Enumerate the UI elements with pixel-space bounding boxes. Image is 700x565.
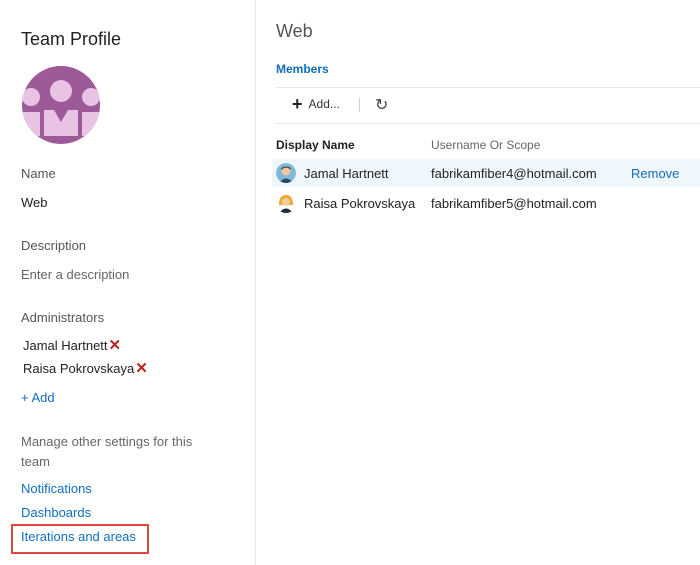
tab-members[interactable]: Members bbox=[276, 62, 329, 76]
team-profile-panel: Team Profile Name Web Description Enter … bbox=[0, 0, 256, 565]
manage-settings-text: Manage other settings for this team bbox=[21, 434, 193, 469]
refresh-icon[interactable]: ↻ bbox=[375, 95, 388, 115]
divider bbox=[276, 87, 700, 88]
table-row[interactable]: Jamal Hartnett fabrikamfiber4@hotmail.co… bbox=[272, 159, 700, 187]
remove-member-link[interactable]: Remove bbox=[631, 166, 679, 181]
administrators-label: Administrators bbox=[21, 310, 105, 325]
plus-icon: + bbox=[292, 94, 303, 114]
user-avatar bbox=[276, 163, 296, 183]
page-title: Team Profile bbox=[21, 29, 122, 49]
member-username: fabrikamfiber4@hotmail.com bbox=[431, 166, 597, 181]
description-label: Description bbox=[21, 238, 87, 253]
team-name-field[interactable]: Web bbox=[21, 195, 48, 210]
team-title: Web bbox=[276, 21, 313, 41]
admin-name: Jamal Hartnett bbox=[23, 338, 108, 353]
member-name: Jamal Hartnett bbox=[304, 166, 389, 181]
user-avatar bbox=[276, 193, 296, 213]
team-avatar[interactable] bbox=[22, 66, 100, 144]
remove-admin-icon[interactable]: ✕ bbox=[109, 337, 122, 354]
name-label: Name bbox=[21, 166, 56, 181]
add-admin-link[interactable]: + Add bbox=[21, 390, 55, 405]
table-row[interactable]: Raisa Pokrovskaya fabrikamfiber5@hotmail… bbox=[272, 189, 700, 217]
iterations-areas-link[interactable]: Iterations and areas bbox=[21, 529, 136, 544]
admin-item: Jamal Hartnett✕ bbox=[23, 336, 121, 354]
column-header-username[interactable]: Username Or Scope bbox=[431, 138, 540, 152]
remove-admin-icon[interactable]: ✕ bbox=[135, 360, 148, 377]
member-name: Raisa Pokrovskaya bbox=[304, 196, 416, 211]
column-header-display-name[interactable]: Display Name bbox=[276, 138, 355, 152]
add-member-label: Add... bbox=[308, 97, 340, 111]
member-username: fabrikamfiber5@hotmail.com bbox=[431, 196, 597, 211]
person-icon bbox=[276, 163, 296, 183]
admin-name: Raisa Pokrovskaya bbox=[23, 361, 135, 376]
toolbar-divider bbox=[359, 98, 360, 112]
divider bbox=[276, 123, 700, 124]
admin-item: Raisa Pokrovskaya✕ bbox=[23, 359, 148, 377]
notifications-link[interactable]: Notifications bbox=[21, 481, 92, 496]
description-field[interactable]: Enter a description bbox=[21, 267, 129, 282]
team-icon bbox=[22, 80, 100, 136]
dashboards-link[interactable]: Dashboards bbox=[21, 505, 91, 520]
add-member-button[interactable]: + Add... bbox=[292, 95, 340, 113]
person-icon bbox=[276, 193, 296, 213]
